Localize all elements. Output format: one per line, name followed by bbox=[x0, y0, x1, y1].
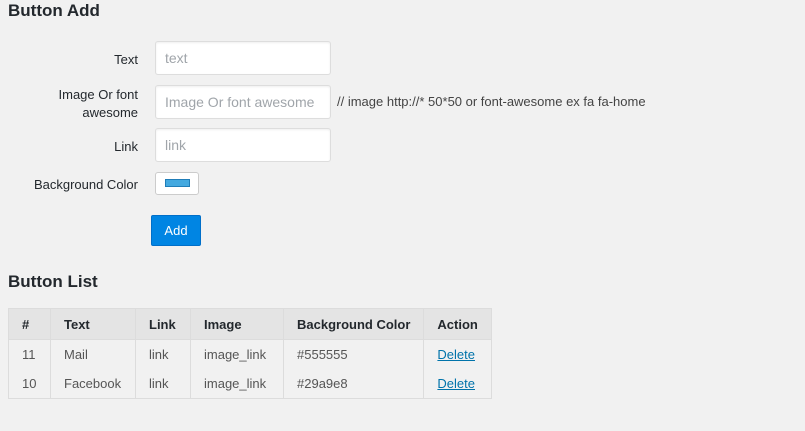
table-row: 11 Mail link image_link #555555 Delete bbox=[8, 339, 493, 369]
row-image: image_link bbox=[190, 369, 284, 399]
row-id: 10 bbox=[8, 369, 51, 399]
button-list-title: Button List bbox=[8, 272, 98, 291]
image-input[interactable] bbox=[155, 85, 331, 119]
add-button[interactable]: Add bbox=[151, 215, 201, 246]
row-action: Delete bbox=[423, 369, 493, 399]
column-header-link: Link bbox=[135, 308, 191, 340]
row-background-color: #555555 bbox=[282, 339, 425, 369]
row-image: image_link bbox=[190, 339, 284, 369]
button-list-table: # Text Link Image Background Color Actio… bbox=[8, 308, 493, 399]
link-label: Link bbox=[114, 139, 138, 154]
column-header-text: Text bbox=[50, 308, 136, 340]
image-hint: // image http://* 50*50 or font-awesome … bbox=[337, 94, 646, 109]
text-input[interactable] bbox=[155, 41, 331, 75]
row-text: Mail bbox=[50, 339, 136, 369]
column-header-image: Image bbox=[190, 308, 284, 340]
row-link: link bbox=[135, 339, 191, 369]
delete-link[interactable]: Delete bbox=[437, 376, 475, 391]
delete-link[interactable]: Delete bbox=[437, 347, 475, 362]
row-id: 11 bbox=[8, 339, 51, 369]
row-background-color: #29a9e8 bbox=[282, 369, 425, 399]
column-header-number: # bbox=[8, 308, 51, 340]
page: Button Add Text Image Or font awesome //… bbox=[0, 0, 805, 431]
link-input[interactable] bbox=[155, 128, 331, 162]
column-header-background-color: Background Color bbox=[282, 308, 425, 340]
table-row: 10 Facebook link image_link #29a9e8 Dele… bbox=[8, 369, 493, 399]
text-label: Text bbox=[114, 52, 138, 67]
table-header-row: # Text Link Image Background Color Actio… bbox=[8, 308, 493, 340]
row-action: Delete bbox=[423, 339, 493, 369]
row-link: link bbox=[135, 369, 191, 399]
button-add-title: Button Add bbox=[8, 1, 100, 20]
color-picker-button[interactable] bbox=[155, 172, 199, 195]
background-color-label: Background Color bbox=[33, 177, 138, 192]
image-label: Image Or font awesome bbox=[58, 87, 138, 120]
color-swatch bbox=[165, 179, 190, 187]
column-header-action: Action bbox=[423, 308, 493, 340]
row-text: Facebook bbox=[50, 369, 136, 399]
